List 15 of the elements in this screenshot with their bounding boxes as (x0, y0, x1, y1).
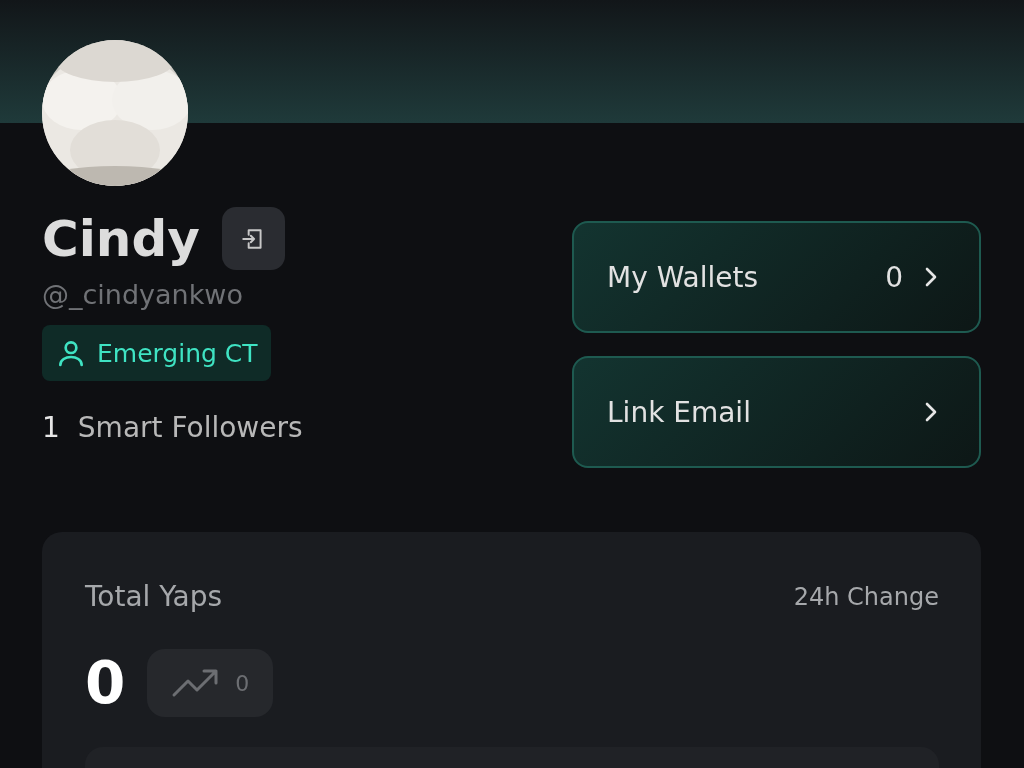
badge-label: Emerging CT (97, 338, 258, 368)
yaps-title: Total Yaps (85, 580, 223, 613)
followers-count: 1 (42, 411, 60, 444)
action-button[interactable]: My Wallets 0 (572, 221, 981, 333)
followers-label: Smart Followers (77, 411, 303, 444)
chevron-icon (923, 265, 939, 289)
profile-handle: @_cindyankwo (42, 279, 243, 310)
action-button[interactable]: Link Email (572, 356, 981, 468)
yaps-total: 0 (85, 649, 126, 717)
profile-name: Cindy (42, 208, 200, 270)
logout-button[interactable] (221, 207, 285, 270)
change-value: 0 (235, 670, 250, 696)
trend-up-icon (171, 667, 220, 699)
chevron-icon (923, 400, 939, 424)
change-label: 24h Change (793, 582, 939, 611)
